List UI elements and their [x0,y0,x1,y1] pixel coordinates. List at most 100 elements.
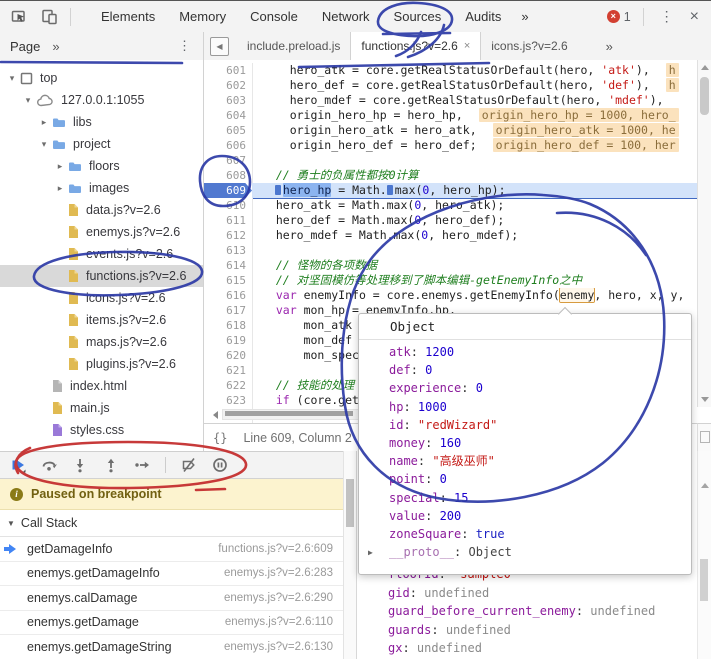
callstack-frame-enemys-getdamageinfo[interactable]: enemys.getDamageInfoenemys.js?v=2.6:283 [0,562,343,587]
line-number-622[interactable]: 622 [204,378,253,393]
code-line-614[interactable]: 614 // 怪物的各项数据 [204,258,697,273]
tab-page[interactable]: Page [10,39,40,54]
editor-tab-functions-js-v-2-6[interactable]: functions.js?v=2.6× [350,32,481,60]
scroll-up-icon[interactable] [701,483,709,488]
device-toolbar-icon[interactable] [41,8,58,25]
tab-elements[interactable]: Elements [89,2,167,32]
deactivate-breakpoints-button[interactable] [181,457,197,473]
code-line-607[interactable]: 607 [204,153,697,168]
close-icon[interactable]: × [684,8,711,26]
tree-item-top[interactable]: ▾top [0,67,203,89]
hovered-token[interactable]: enemy [560,288,595,302]
scroll-thumb[interactable] [700,77,709,115]
inspect-icon[interactable] [11,8,28,25]
pause-on-exceptions-button[interactable] [212,457,228,473]
code-line-616[interactable]: 616 var enemyInfo = core.enemys.getEnemy… [204,288,697,303]
scroll-thumb[interactable] [700,559,708,601]
line-number-611[interactable]: 611 [204,213,253,228]
scroll-thumb[interactable] [225,411,353,416]
error-badge[interactable]: × 1 [607,10,631,24]
more-panels-chevron[interactable]: » [513,9,536,24]
line-number-617[interactable]: 617 [204,303,253,318]
call-stack-header[interactable]: ▼ Call Stack [0,510,343,537]
editor-tab-icons-js-v-2-6[interactable]: icons.js?v=2.6 [481,33,577,60]
line-number-602[interactable]: 602 [204,78,253,93]
chevron-down-icon[interactable]: ▾ [22,95,34,106]
code-line-611[interactable]: 611 hero_def = Math.max(0, hero_def); [204,213,697,228]
editor-tabs-overflow-chevron[interactable]: » [606,39,613,54]
line-number-621[interactable]: 621 [204,363,253,378]
tab-memory[interactable]: Memory [167,2,238,32]
line-number-610[interactable]: 610 [204,198,253,213]
line-number-608[interactable]: 608 [204,168,253,183]
line-number-613[interactable]: 613 [204,243,253,258]
selected-token[interactable]: hero_hp [283,183,331,197]
step-over-button[interactable] [41,457,57,473]
line-number-609[interactable]: 609 [204,183,252,198]
code-line-608[interactable]: 608 // 勇士的负属性都按0计算 [204,168,697,183]
scroll-up-icon[interactable] [701,65,709,70]
line-number-619[interactable]: 619 [204,333,253,348]
editor-vertical-scrollbar[interactable] [697,60,711,407]
chevron-right-icon[interactable]: ▸ [54,183,66,194]
tab-network[interactable]: Network [310,2,382,32]
code-line-602[interactable]: 602 hero_def = core.getRealStatusOrDefau… [204,78,697,93]
code-line-601[interactable]: 601 hero_atk = core.getRealStatusOrDefau… [204,63,697,78]
scroll-down-icon[interactable] [701,397,709,402]
tree-item-main-js[interactable]: main.js [0,397,203,419]
code-line-604[interactable]: 604 origin_hero_hp = hero_hp,origin_hero… [204,108,697,123]
code-line-609[interactable]: 609 hero_hp = Math.max(0, hero_hp); [204,183,697,198]
tree-item-127-0-0-1-1055[interactable]: ▾127.0.0.1:1055 [0,89,203,111]
tree-item-floors[interactable]: ▸floors [0,155,203,177]
code-line-605[interactable]: 605 origin_hero_atk = hero_atk,origin_he… [204,123,697,138]
code-line-610[interactable]: 610 hero_atk = Math.max(0, hero_atk); [204,198,697,213]
tree-item-enemys-js-v-2-6[interactable]: enemys.js?v=2.6 [0,221,203,243]
editor-tab-include-preload-js[interactable]: include.preload.js [237,33,350,60]
callstack-frame-enemys-getdamage[interactable]: enemys.getDamageenemys.js?v=2.6:110 [0,611,343,636]
line-number-607[interactable]: 607 [204,153,253,168]
line-number-612[interactable]: 612 [204,228,253,243]
tree-item-project[interactable]: ▾project [0,133,203,155]
line-number-620[interactable]: 620 [204,348,253,363]
line-number-603[interactable]: 603 [204,93,253,108]
code-line-603[interactable]: 603 hero_mdef = core.getRealStatusOrDefa… [204,93,697,108]
tree-item-images[interactable]: ▸images [0,177,203,199]
tree-item-libs[interactable]: ▸libs [0,111,203,133]
tab-console[interactable]: Console [238,2,310,32]
line-number-606[interactable]: 606 [204,138,253,153]
pretty-print-icon[interactable]: {} [213,431,227,445]
menu-kebab-icon[interactable]: ⋮ [650,8,684,25]
navigator-more-chevron[interactable]: » [52,39,59,54]
line-number-605[interactable]: 605 [204,123,253,138]
tab-audits[interactable]: Audits [453,2,513,32]
callstack-frame-enemys-getdamagestring[interactable]: enemys.getDamageStringenemys.js?v=2.6:13… [0,635,343,659]
line-number-623[interactable]: 623 [204,393,253,408]
code-line-612[interactable]: 612 hero_mdef = Math.max(0, hero_mdef); [204,228,697,243]
tree-item-items-js-v-2-6[interactable]: items.js?v=2.6 [0,309,203,331]
tree-item-index-html[interactable]: index.html [0,375,203,397]
line-number-616[interactable]: 616 [204,288,253,303]
tree-item-maps-js-v-2-6[interactable]: maps.js?v=2.6 [0,331,203,353]
close-tab-icon[interactable]: × [464,33,470,60]
expand-arrow-icon[interactable]: ▶ [368,544,389,562]
popup-prop-proto[interactable]: ▶__proto__: Object [359,543,691,561]
debugger-pane-scrollbar[interactable] [343,451,357,659]
tree-item-styles-css[interactable]: styles.css [0,419,203,441]
code-line-613[interactable]: 613 [204,243,697,258]
line-number-615[interactable]: 615 [204,273,253,288]
tab-sources[interactable]: Sources [382,2,454,32]
code-line-606[interactable]: 606 origin_hero_def = hero_def;origin_he… [204,138,697,153]
step-button[interactable] [134,457,150,473]
step-into-button[interactable] [72,457,88,473]
tree-item-plugins-js-v-2-6[interactable]: plugins.js?v=2.6 [0,353,203,375]
tree-item-functions-js-v-2-6[interactable]: functions.js?v=2.6 [0,265,203,287]
chevron-down-icon[interactable]: ▾ [38,139,50,150]
scroll-thumb[interactable] [346,479,354,527]
line-number-604[interactable]: 604 [204,108,253,123]
callstack-frame-enemys-caldamage[interactable]: enemys.calDamageenemys.js?v=2.6:290 [0,586,343,611]
line-number-614[interactable]: 614 [204,258,253,273]
chevron-right-icon[interactable]: ▸ [54,161,66,172]
navigator-toggle-icon[interactable]: ◀ [210,37,229,56]
line-number-618[interactable]: 618 [204,318,253,333]
chevron-right-icon[interactable]: ▸ [38,117,50,128]
